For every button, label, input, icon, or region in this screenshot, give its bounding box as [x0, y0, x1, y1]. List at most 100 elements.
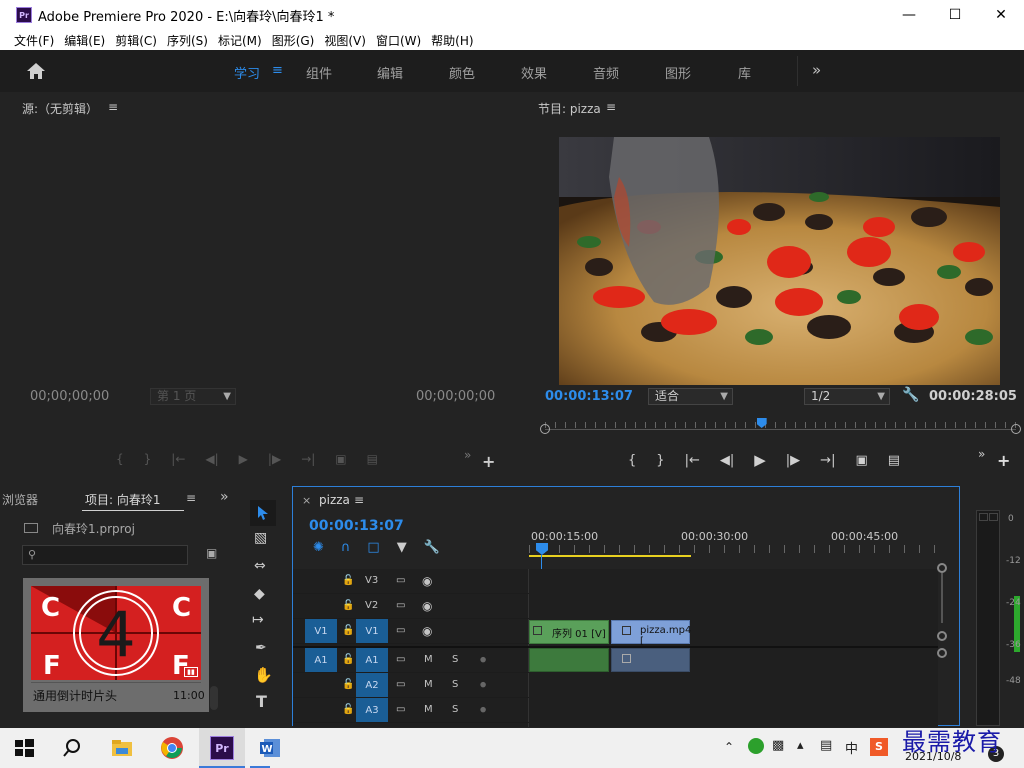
- lock-icon[interactable]: 🔓: [342, 575, 354, 586]
- sync-icon[interactable]: ▭: [396, 600, 405, 611]
- sync-icon[interactable]: ▭: [396, 625, 405, 636]
- maximize-icon[interactable]: ☐: [932, 0, 978, 30]
- clip-pizza-audio[interactable]: [611, 648, 690, 672]
- program-resolution-dropdown[interactable]: 1/2 ▼: [804, 388, 890, 405]
- type-tool-icon[interactable]: T: [256, 692, 267, 711]
- hand-tool-icon[interactable]: ✋: [254, 666, 273, 684]
- workspace-tab-assembly[interactable]: 组件: [306, 63, 332, 82]
- close-icon[interactable]: ✕: [978, 0, 1024, 30]
- timeline-panel-menu-icon[interactable]: ≡: [354, 493, 364, 507]
- timeline-ruler[interactable]: 00:00:15:00 00:00:30:00 00:00:45:00: [529, 527, 939, 557]
- solo-button[interactable]: S: [452, 679, 458, 690]
- insert-icon[interactable]: ▣: [335, 452, 346, 466]
- timeline-sequence-tab[interactable]: pizza: [319, 493, 350, 507]
- workspace-tab-libraries[interactable]: 库: [738, 63, 751, 82]
- go-to-out-icon[interactable]: →|: [820, 453, 835, 468]
- program-add-button-icon[interactable]: +: [997, 451, 1010, 470]
- slip-tool-icon[interactable]: ↦: [252, 612, 264, 628]
- word-icon[interactable]: W: [258, 736, 282, 760]
- track-select-tool-icon[interactable]: ▧: [254, 530, 267, 546]
- add-marker-icon[interactable]: ▼: [397, 540, 407, 555]
- audio-track-scrollbar[interactable]: [936, 648, 948, 662]
- sync-icon[interactable]: ▭: [396, 679, 405, 690]
- menu-view[interactable]: 视图(V): [324, 32, 366, 49]
- source-more-icon[interactable]: »: [464, 448, 471, 462]
- workspace-tab-color[interactable]: 颜色: [449, 63, 475, 82]
- menu-marker[interactable]: 标记(M): [218, 32, 262, 49]
- extract-icon[interactable]: ▤: [888, 453, 900, 468]
- sync-icon[interactable]: ▭: [396, 575, 405, 586]
- clip-sequence01-audio[interactable]: [529, 648, 609, 672]
- mark-in-icon[interactable]: {: [116, 452, 124, 466]
- lock-icon[interactable]: 🔓: [342, 704, 354, 715]
- play-icon[interactable]: ▶: [239, 452, 248, 466]
- eye-icon[interactable]: ◉: [422, 624, 432, 638]
- file-explorer-icon[interactable]: [110, 736, 134, 760]
- clip-sequence01-video[interactable]: 序列 01 [V]: [529, 620, 609, 644]
- volume-icon[interactable]: ▴: [797, 738, 804, 753]
- microphone-icon[interactable]: ⚫: [478, 653, 488, 667]
- solo-button[interactable]: S: [452, 704, 458, 715]
- mute-button[interactable]: M: [424, 679, 433, 690]
- home-icon[interactable]: [26, 62, 46, 80]
- mark-out-icon[interactable]: }: [656, 453, 664, 468]
- ripple-edit-tool-icon[interactable]: ⇔: [254, 558, 266, 574]
- lock-icon[interactable]: 🔓: [342, 679, 354, 690]
- sogou-ime-icon[interactable]: S: [870, 738, 888, 756]
- track-target-a3[interactable]: A3: [356, 698, 388, 722]
- microphone-icon[interactable]: ⚫: [478, 678, 488, 692]
- solo-button[interactable]: S: [452, 654, 458, 665]
- go-to-in-icon[interactable]: |←: [685, 453, 700, 468]
- workspace-more-icon[interactable]: »: [812, 61, 821, 79]
- work-area-bar[interactable]: [529, 555, 691, 557]
- step-back-icon[interactable]: ◀|: [720, 453, 734, 468]
- microphone-icon[interactable]: ⚫: [478, 703, 488, 717]
- track-target-a1[interactable]: A1: [356, 648, 388, 672]
- source-patch-v1[interactable]: V1: [305, 619, 337, 643]
- tray-notification-icon[interactable]: ▤: [820, 738, 832, 753]
- workspace-tab-graphics[interactable]: 图形: [665, 63, 691, 82]
- lock-icon[interactable]: 🔓: [342, 654, 354, 665]
- menu-sequence[interactable]: 序列(S): [167, 32, 208, 49]
- sync-icon[interactable]: ▭: [396, 704, 405, 715]
- search-icon[interactable]: [60, 736, 84, 760]
- program-timecode-current[interactable]: 00:00:13:07: [545, 389, 633, 404]
- menu-help[interactable]: 帮助(H): [431, 32, 473, 49]
- menu-edit[interactable]: 编辑(E): [64, 32, 105, 49]
- mute-button[interactable]: M: [424, 704, 433, 715]
- lock-icon[interactable]: 🔓: [342, 600, 354, 611]
- chrome-icon[interactable]: [160, 736, 184, 760]
- find-icon[interactable]: ▣: [206, 546, 217, 560]
- selection-tool-icon[interactable]: [250, 500, 276, 526]
- track-target-a2[interactable]: A2: [356, 673, 388, 697]
- menu-clip[interactable]: 剪辑(C): [115, 32, 157, 49]
- lock-icon[interactable]: 🔓: [342, 625, 354, 636]
- timeline-settings-wrench-icon[interactable]: 🔧: [424, 540, 440, 555]
- minimize-icon[interactable]: —: [886, 0, 932, 30]
- step-forward-icon[interactable]: |▶: [268, 452, 281, 466]
- workspace-menu-icon[interactable]: ≡: [272, 63, 283, 78]
- linked-selection-icon[interactable]: □: [367, 540, 379, 555]
- lift-icon[interactable]: ▣: [855, 453, 867, 468]
- nest-icon[interactable]: ✺: [313, 540, 324, 555]
- program-panel-menu-icon[interactable]: ≡: [606, 100, 616, 114]
- project-panel-menu-icon[interactable]: ≡: [186, 491, 196, 505]
- program-more-icon[interactable]: »: [978, 447, 985, 461]
- razor-tool-icon[interactable]: ◆: [254, 586, 265, 602]
- menu-graphics[interactable]: 图形(G): [272, 32, 315, 49]
- source-timecode-left[interactable]: 00;00;00;00: [30, 389, 109, 404]
- windows-start-icon[interactable]: [12, 736, 36, 760]
- source-page-dropdown[interactable]: 第 1 页 ▼: [150, 388, 236, 405]
- mark-in-icon[interactable]: {: [628, 453, 636, 468]
- step-forward-icon[interactable]: |▶: [786, 453, 800, 468]
- source-panel-menu-icon[interactable]: ≡: [108, 100, 118, 114]
- workspace-tab-learn[interactable]: 学习: [234, 63, 260, 82]
- clip-pizza-video[interactable]: pizza.mp4 [: [611, 620, 691, 647]
- mark-out-icon[interactable]: }: [144, 452, 152, 466]
- eye-icon[interactable]: ◉: [422, 599, 432, 613]
- overwrite-icon[interactable]: ▤: [367, 452, 378, 466]
- track-target-v1[interactable]: V1: [356, 619, 388, 643]
- step-back-icon[interactable]: ◀|: [205, 452, 218, 466]
- go-to-out-icon[interactable]: →|: [301, 452, 315, 466]
- sync-icon[interactable]: ▭: [396, 654, 405, 665]
